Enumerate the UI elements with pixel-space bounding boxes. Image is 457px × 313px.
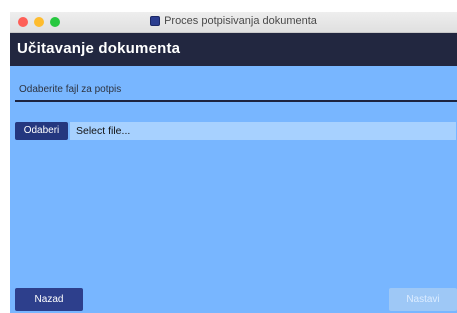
file-path-field[interactable]: Select file...	[70, 122, 456, 140]
next-button[interactable]: Nastavi	[389, 288, 457, 311]
section-divider	[15, 100, 457, 102]
page-title: Učitavanje dokumenta	[17, 40, 181, 57]
page-header: Učitavanje dokumenta	[10, 33, 457, 66]
app-icon	[150, 16, 161, 26]
window-title-text: Proces potpisivanja dokumenta	[164, 15, 317, 27]
window-title: Proces potpisivanja dokumenta	[10, 15, 457, 27]
choose-file-button[interactable]: Odaberi	[15, 122, 68, 140]
file-section-label: Odaberite fajl za potpis	[19, 84, 122, 95]
back-button[interactable]: Nazad	[15, 288, 83, 311]
app-window: Proces potpisivanja dokumenta Učitavanje…	[10, 12, 457, 313]
window-titlebar: Proces potpisivanja dokumenta	[10, 12, 457, 33]
